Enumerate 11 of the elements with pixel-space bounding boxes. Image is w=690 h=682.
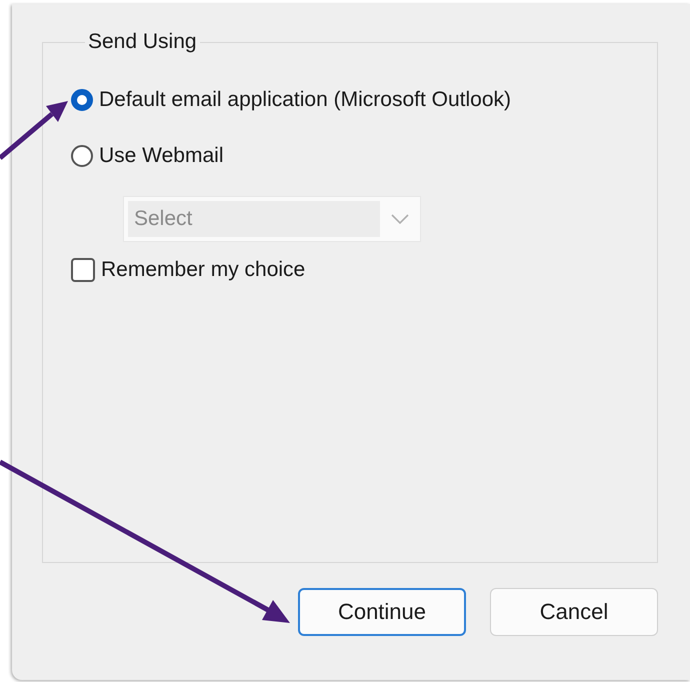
arrow [0,101,68,160]
radio-button[interactable] [71,89,93,111]
continue-button[interactable]: Continue [298,588,466,636]
checkbox-label[interactable]: Remember my choice [101,258,306,282]
chevron-down-icon [390,213,410,225]
cancel-button[interactable]: Cancel [490,588,658,636]
group-title: Send Using [87,30,198,54]
checkbox[interactable] [71,258,95,282]
radio-label[interactable]: Use Webmail [99,144,224,168]
radio-button[interactable] [71,145,93,167]
radio-label[interactable]: Default email application (Microsoft Outlook) [99,88,512,112]
